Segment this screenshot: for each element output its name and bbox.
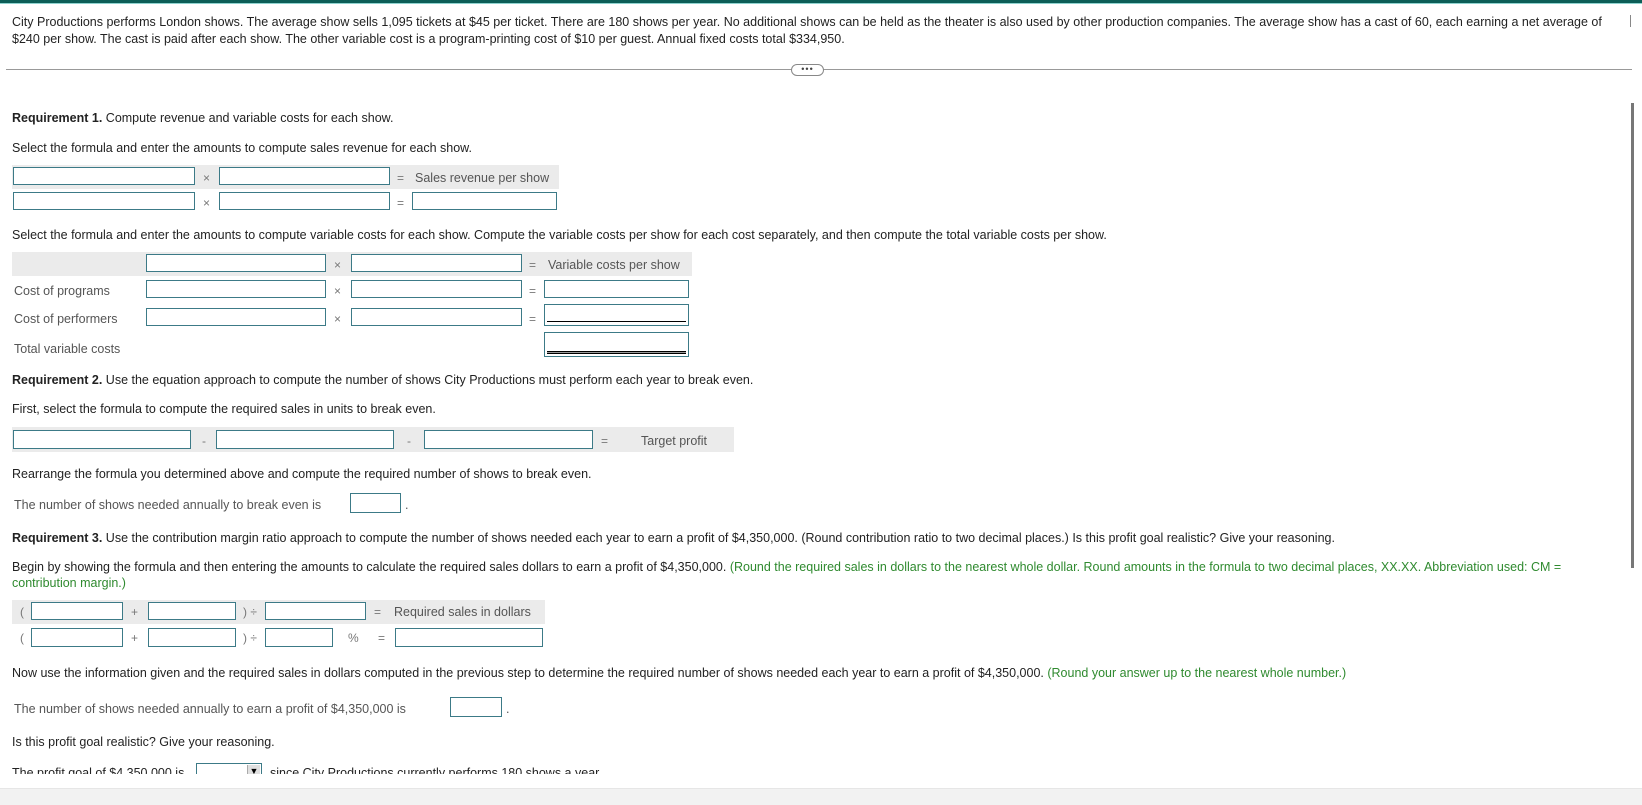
req1-title: Requirement 1. (12, 111, 103, 125)
top-accent-bar (0, 0, 1642, 4)
req1-heading: Requirement 1. Compute revenue and varia… (12, 111, 393, 125)
row-label-programs: Cost of programs (14, 284, 110, 298)
required-sales-header: Required sales in dollars (394, 605, 531, 619)
problem-statement: City Productions performs London shows. … (12, 15, 1602, 46)
times-sign: × (334, 258, 342, 272)
cm-ratio-input[interactable] (265, 628, 333, 647)
programs-input-1[interactable] (146, 280, 326, 298)
expand-more-button[interactable]: ••• (791, 64, 824, 76)
req2-rearrange: Rearrange the formula you determined abo… (12, 467, 592, 481)
plus-sign: + (131, 605, 139, 619)
cm-amount-input-2[interactable] (148, 628, 236, 647)
row-label-performers: Cost of performers (14, 312, 118, 326)
times-sign: × (334, 312, 342, 326)
minus-sign: - (202, 434, 206, 448)
varcost-header: Variable costs per show (548, 258, 680, 272)
req3-now-use-hint: (Round your answer up to the nearest who… (1047, 666, 1347, 680)
performers-input-2[interactable] (351, 308, 522, 326)
programs-input-2[interactable] (351, 280, 522, 298)
req3-title: Requirement 3. (12, 531, 103, 545)
sales-revenue-header: Sales revenue per show (415, 171, 550, 185)
equals-sign: = (374, 605, 382, 619)
req2-instruction: First, select the formula to compute the… (12, 402, 436, 416)
breakeven-formula-input-3[interactable] (424, 430, 593, 449)
breakeven-formula-input-1[interactable] (13, 430, 191, 449)
period: . (506, 702, 510, 716)
cm-formula-input-1[interactable] (31, 602, 123, 620)
req3-heading: Requirement 3. Use the contribution marg… (12, 531, 1335, 545)
req2-title: Requirement 2. (12, 373, 103, 387)
row-label-total: Total variable costs (14, 342, 121, 356)
content-clip-mask (0, 774, 1642, 788)
times-sign: × (203, 171, 211, 185)
varcost-instruction: Select the formula and enter the amounts… (12, 228, 1107, 242)
minus-sign: - (407, 434, 411, 448)
req1-text: Compute revenue and variable costs for e… (102, 111, 394, 125)
req3-text: Use the contribution margin ratio approa… (102, 531, 1335, 545)
programs-result-input[interactable] (544, 280, 689, 298)
equals-sign: = (529, 312, 537, 326)
times-sign: × (203, 196, 211, 210)
breakeven-formula-input-2[interactable] (216, 430, 394, 449)
cm-formula-input-2[interactable] (148, 602, 236, 620)
sales-amount-input-1[interactable] (13, 192, 195, 210)
target-profit-header: Target profit (641, 434, 708, 448)
open-paren: ( (20, 631, 24, 645)
required-sales-result-input[interactable] (395, 628, 543, 647)
equals-sign: = (397, 196, 405, 210)
equals-sign: = (397, 171, 405, 185)
open-paren: ( (20, 605, 24, 619)
performers-result-input[interactable] (544, 304, 689, 326)
percent-sign: % (348, 631, 359, 645)
req3-instruction: Begin by showing the formula and then en… (12, 559, 1622, 591)
varcost-formula-input-2[interactable] (351, 254, 522, 272)
text-cursor (1630, 15, 1631, 27)
sales-formula-input-2[interactable] (219, 167, 390, 185)
sales-instruction: Select the formula and enter the amounts… (12, 141, 472, 155)
equals-sign: = (378, 631, 386, 645)
req3-instruction-text: Begin by showing the formula and then en… (12, 560, 730, 574)
close-paren-divide: ) ÷ (243, 605, 257, 619)
cm-amount-input-1[interactable] (31, 628, 123, 647)
equals-sign: = (529, 284, 537, 298)
plus-sign: + (131, 631, 139, 645)
equals-sign: = (529, 258, 537, 272)
req2-heading: Requirement 2. Use the equation approach… (12, 373, 753, 387)
footer-bar (0, 788, 1642, 805)
total-varcost-result-input[interactable] (544, 332, 689, 357)
performers-input-1[interactable] (146, 308, 326, 326)
breakeven-shows-input[interactable] (350, 493, 401, 513)
period: . (405, 498, 409, 512)
cm-formula-input-3[interactable] (265, 602, 366, 620)
profit-shows-answer-label: The number of shows needed annually to e… (14, 702, 406, 716)
times-sign: × (334, 284, 342, 298)
sales-amount-input-2[interactable] (219, 192, 390, 210)
req3-now-use: Now use the information given and the re… (12, 666, 1346, 680)
req3-now-use-text: Now use the information given and the re… (12, 666, 1048, 680)
equals-sign: = (601, 434, 609, 448)
close-paren-divide: ) ÷ (243, 631, 257, 645)
sales-formula-input-1[interactable] (13, 167, 195, 185)
breakeven-answer-label: The number of shows needed annually to b… (14, 498, 322, 512)
varcost-formula-input-1[interactable] (146, 254, 326, 272)
realistic-question: Is this profit goal realistic? Give your… (12, 735, 275, 749)
profit-shows-input[interactable] (450, 697, 502, 717)
vertical-scrollbar[interactable] (1631, 103, 1634, 568)
req2-text: Use the equation approach to compute the… (102, 373, 754, 387)
sales-revenue-result-input[interactable] (412, 192, 557, 210)
